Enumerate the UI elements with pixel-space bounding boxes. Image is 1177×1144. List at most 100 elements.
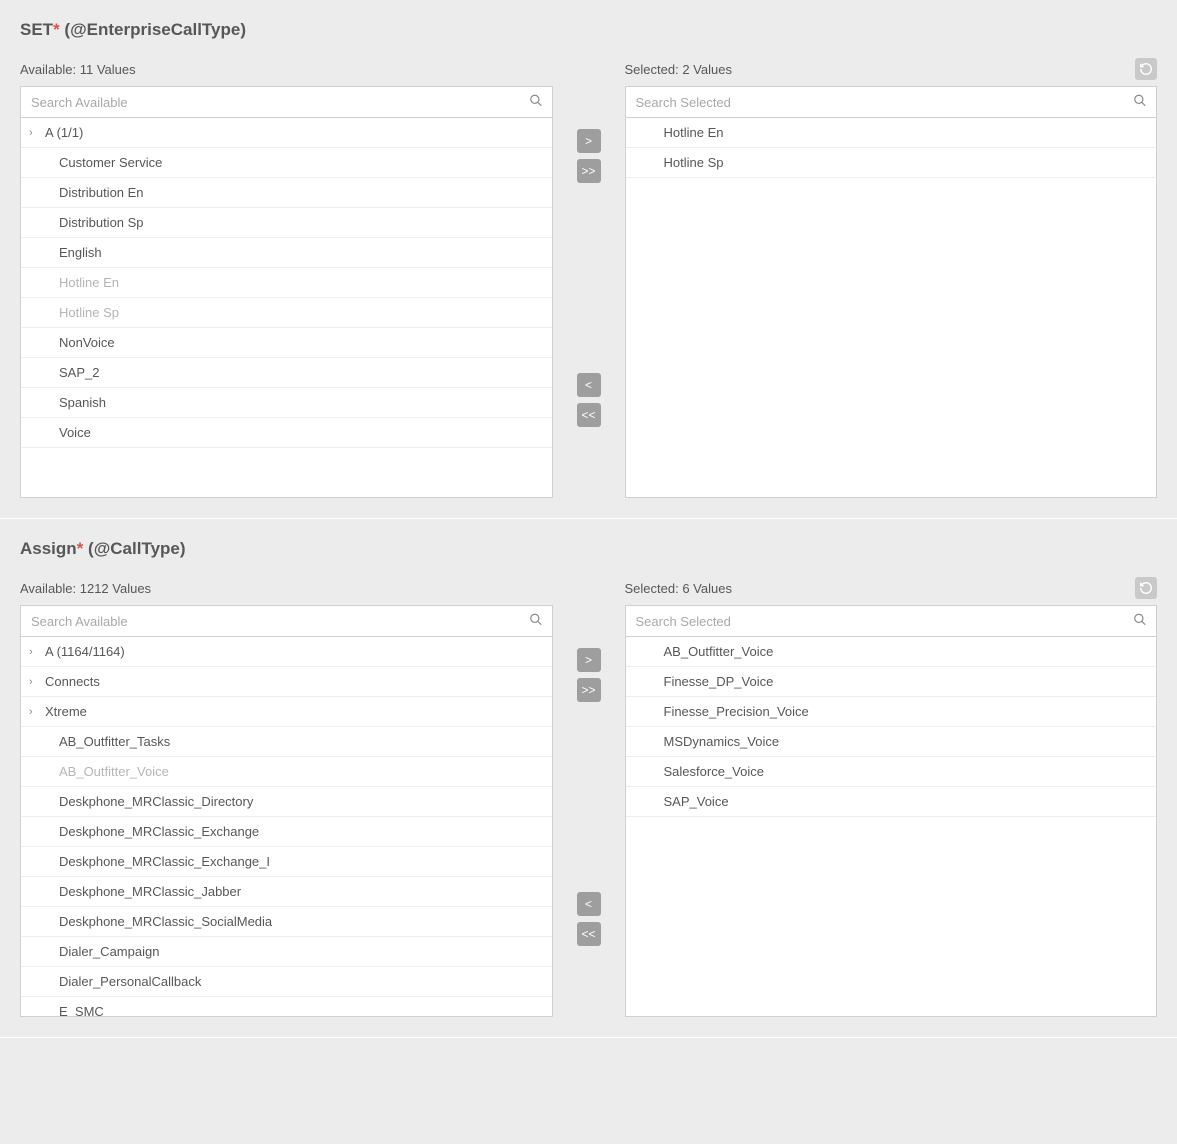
list-item[interactable]: MSDynamics_Voice <box>626 727 1157 757</box>
group-label: Connects <box>45 674 100 689</box>
list-item[interactable]: English <box>21 238 552 268</box>
pane-header: Selected: 2 Values <box>625 58 1158 80</box>
selected-list[interactable]: Hotline EnHotline Sp <box>625 118 1158 498</box>
transfer-buttons: >>><<< <box>569 58 609 498</box>
selected-list[interactable]: AB_Outfitter_Voice Finesse_DP_Voice Finess… <box>625 637 1158 1017</box>
item-label: Finesse_Precision_Voice <box>664 704 809 719</box>
pane-header: Selected: 6 Values <box>625 577 1158 599</box>
list-item[interactable]: Salesforce_Voice <box>626 757 1157 787</box>
item-label: Finesse_DP_Voice <box>664 674 774 689</box>
pane-header: Available: 11 Values <box>20 58 553 80</box>
available-label: Available: 11 Values <box>20 62 136 77</box>
available-search-input[interactable] <box>20 605 553 637</box>
list-item[interactable]: Voice <box>21 418 552 448</box>
item-label: Deskphone_MRClassic_Jabber <box>59 884 241 899</box>
selected-label: Selected: 6 Values <box>625 581 732 596</box>
title-paren: (@EnterpriseCallType) <box>60 20 246 39</box>
required-asterisk: * <box>53 20 60 39</box>
search-box <box>20 605 553 637</box>
available-list[interactable]: ›A (1164/1164)›Connects›XtremeAB_Outfitt… <box>20 637 553 1017</box>
move-left-button[interactable]: < <box>577 892 601 916</box>
item-label: AB_Outfitter_Voice <box>664 644 774 659</box>
item-label: Distribution Sp <box>59 215 144 230</box>
section-assign: Assign* (@CallType) Available: 1212 Value… <box>0 519 1177 1038</box>
item-label: Salesforce_Voice <box>664 764 764 779</box>
section-title: Assign* (@CallType) <box>20 539 1157 559</box>
move-all-left-button[interactable]: << <box>577 403 601 427</box>
selected-label: Selected: 2 Values <box>625 62 732 77</box>
list-group[interactable]: ›A (1/1) <box>21 118 552 148</box>
list-item[interactable]: Dialer_PersonalCallback <box>21 967 552 997</box>
item-label: E_SMC <box>59 1004 104 1017</box>
list-item[interactable]: SAP_Voice <box>626 787 1157 817</box>
list-item[interactable]: Deskphone_MRClassic_Jabber <box>21 877 552 907</box>
dual-list: Available: 11 Values ›A (1/1)Customer Ser… <box>20 58 1157 498</box>
selected-pane: Selected: 2 Values Hotline EnHotline Sp <box>625 58 1158 498</box>
list-item[interactable]: E_SMC <box>21 997 552 1017</box>
list-group[interactable]: › A (1164/1164) <box>21 637 552 667</box>
refresh-button[interactable] <box>1135 58 1157 80</box>
item-label: Deskphone_MRClassic_Exchange_I <box>59 854 270 869</box>
list-item[interactable]: Dialer_Campaign <box>21 937 552 967</box>
move-all-right-button[interactable]: >> <box>577 159 601 183</box>
title-prefix: Assign <box>20 539 77 558</box>
list-item[interactable]: Customer Service <box>21 148 552 178</box>
available-pane: Available: 11 Values ›A (1/1)Customer Ser… <box>20 58 553 498</box>
list-item[interactable]: Deskphone_MRClassic_Exchange_I <box>21 847 552 877</box>
item-label: Voice <box>59 425 91 440</box>
list-item[interactable]: Spanish <box>21 388 552 418</box>
group-label: A (1164/1164) <box>45 644 125 659</box>
selected-search-input[interactable] <box>625 86 1158 118</box>
move-all-left-button[interactable]: << <box>577 922 601 946</box>
selected-pane: Selected: 6 Values AB_Outfitter_Voice Fine… <box>625 577 1158 1017</box>
item-label: Hotline Sp <box>59 305 119 320</box>
title-prefix: SET <box>20 20 53 39</box>
refresh-button[interactable] <box>1135 577 1157 599</box>
search-box <box>20 86 553 118</box>
list-item: Hotline En <box>21 268 552 298</box>
list-item: AB_Outfitter_Voice <box>21 757 552 787</box>
transfer-buttons: >>><<< <box>569 577 609 1017</box>
search-icon <box>1133 94 1147 111</box>
item-label: SAP_2 <box>59 365 99 380</box>
move-left-button[interactable]: < <box>577 373 601 397</box>
chevron-right-icon: › <box>29 127 39 139</box>
item-label: Deskphone_MRClassic_SocialMedia <box>59 914 272 929</box>
list-group[interactable]: › Connects <box>21 667 552 697</box>
section-title: SET* (@EnterpriseCallType) <box>20 20 1157 40</box>
section-set: SET* (@EnterpriseCallType) Available: 11 … <box>0 0 1177 519</box>
item-label: Spanish <box>59 395 106 410</box>
search-icon <box>1133 613 1147 630</box>
available-search-input[interactable] <box>20 86 553 118</box>
search-icon <box>529 94 543 111</box>
item-label: Deskphone_MRClassic_Directory <box>59 794 253 809</box>
list-item[interactable]: Distribution Sp <box>21 208 552 238</box>
item-label: Distribution En <box>59 185 144 200</box>
pane-header: Available: 1212 Values <box>20 577 553 599</box>
move-right-button[interactable]: > <box>577 129 601 153</box>
selected-search-input[interactable] <box>625 605 1158 637</box>
list-item[interactable]: NonVoice <box>21 328 552 358</box>
list-group[interactable]: ›Xtreme <box>21 697 552 727</box>
chevron-right-icon: › <box>29 676 39 688</box>
list-item[interactable]: Finesse_DP_Voice <box>626 667 1157 697</box>
list-item[interactable]: AB_Outfitter_Tasks <box>21 727 552 757</box>
list-item[interactable]: Deskphone_MRClassic_Exchange <box>21 817 552 847</box>
list-item[interactable]: Hotline Sp <box>626 148 1157 178</box>
available-pane: Available: 1212 Values › A (1164/1164) › Con… <box>20 577 553 1017</box>
item-label: English <box>59 245 102 260</box>
move-all-right-button[interactable]: >> <box>577 678 601 702</box>
dual-list: Available: 1212 Values › A (1164/1164) › Con… <box>20 577 1157 1017</box>
chevron-right-icon: › <box>29 646 39 658</box>
list-item[interactable]: Deskphone_MRClassic_Directory <box>21 787 552 817</box>
list-item[interactable]: AB_Outfitter_Voice <box>626 637 1157 667</box>
move-right-button[interactable]: > <box>577 648 601 672</box>
list-item[interactable]: Hotline En <box>626 118 1157 148</box>
list-item[interactable]: Distribution En <box>21 178 552 208</box>
list-item[interactable]: Deskphone_MRClassic_SocialMedia <box>21 907 552 937</box>
list-item[interactable]: SAP_2 <box>21 358 552 388</box>
list-item[interactable]: Finesse_Precision_Voice <box>626 697 1157 727</box>
item-label: Hotline En <box>59 275 119 290</box>
available-list[interactable]: ›A (1/1)Customer Service Distribution En D… <box>20 118 553 498</box>
item-label: Deskphone_MRClassic_Exchange <box>59 824 259 839</box>
